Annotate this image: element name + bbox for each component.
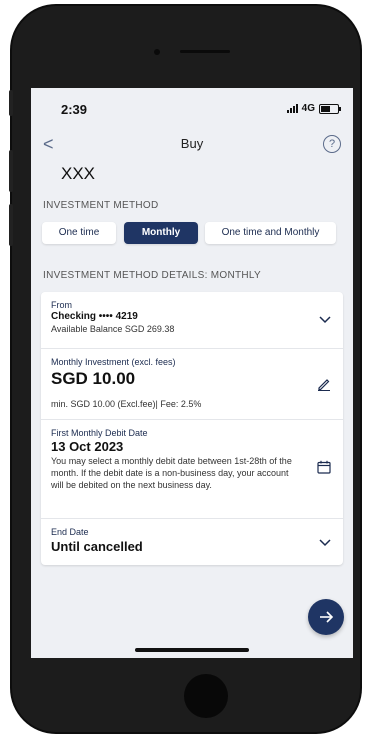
volume-up-button bbox=[9, 150, 13, 192]
first-debit-label: First Monthly Debit Date bbox=[51, 428, 148, 438]
first-debit-note: You may select a monthly debit date betw… bbox=[51, 456, 292, 490]
app-screen: 2:39 4G < Buy ? XXX INVESTMENT METHOD On… bbox=[31, 88, 353, 658]
monthly-investment-hint: min. SGD 10.00 (Excl.fee)| Fee: 2.5% bbox=[51, 399, 202, 409]
status-bar: 2:39 4G bbox=[61, 102, 341, 118]
end-date-row[interactable]: End Date Until cancelled bbox=[41, 519, 343, 565]
volume-down-button bbox=[9, 204, 13, 246]
front-camera bbox=[154, 49, 160, 55]
from-account-row[interactable]: From Checking •••• 4219 Available Balanc… bbox=[41, 292, 343, 349]
network-type: 4G bbox=[301, 103, 315, 114]
page-title: Buy bbox=[180, 136, 204, 151]
signal-icon bbox=[286, 104, 298, 113]
from-label: From bbox=[51, 300, 72, 310]
help-icon[interactable]: ? bbox=[323, 135, 341, 153]
home-button[interactable] bbox=[184, 674, 228, 718]
method-one-time-and-monthly-button[interactable]: One time and Monthly bbox=[205, 222, 336, 244]
first-debit-date: 13 Oct 2023 bbox=[51, 439, 124, 454]
available-balance: Available Balance SGD 269.38 bbox=[51, 324, 175, 334]
home-indicator bbox=[135, 648, 249, 652]
arrow-right-icon bbox=[320, 611, 334, 623]
chevron-down-icon[interactable] bbox=[319, 539, 331, 547]
navigation-bar: < Buy ? bbox=[31, 132, 353, 156]
from-account: Checking •••• 4219 bbox=[51, 311, 138, 322]
investment-method-label: INVESTMENT METHOD bbox=[43, 200, 159, 211]
monthly-investment-row[interactable]: Monthly Investment (excl. fees) SGD 10.0… bbox=[41, 349, 343, 420]
end-date-value: Until cancelled bbox=[51, 539, 143, 554]
earpiece-speaker bbox=[180, 50, 230, 53]
next-button[interactable] bbox=[308, 599, 344, 635]
method-monthly-button[interactable]: Monthly bbox=[124, 222, 198, 244]
status-time: 2:39 bbox=[61, 102, 88, 117]
chevron-down-icon[interactable] bbox=[319, 316, 331, 324]
method-one-time-button[interactable]: One time bbox=[42, 222, 116, 244]
monthly-investment-amount: SGD 10.00 bbox=[51, 369, 136, 388]
fund-name: XXX bbox=[61, 164, 96, 183]
status-indicators: 4G bbox=[286, 103, 341, 114]
battery-icon bbox=[319, 103, 341, 114]
calendar-icon[interactable] bbox=[317, 460, 331, 474]
end-date-label: End Date bbox=[51, 527, 89, 537]
monthly-investment-label: Monthly Investment (excl. fees) bbox=[51, 357, 176, 367]
first-debit-date-row[interactable]: First Monthly Debit Date 13 Oct 2023 You… bbox=[41, 420, 343, 519]
details-card: From Checking •••• 4219 Available Balanc… bbox=[41, 292, 343, 565]
method-details-label: INVESTMENT METHOD DETAILS: MONTHLY bbox=[43, 270, 261, 281]
pencil-icon[interactable] bbox=[317, 377, 331, 391]
mute-switch bbox=[9, 90, 13, 116]
